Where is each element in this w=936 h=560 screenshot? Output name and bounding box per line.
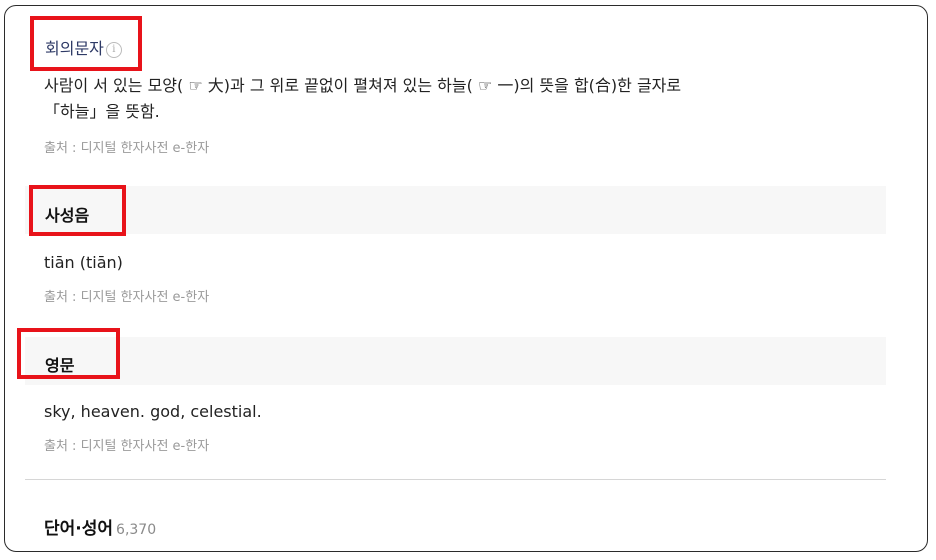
four-tones-value: tiān (tiān) (44, 253, 123, 272)
dictionary-card: 회의문자 i 사람이 서 있는 모양( ☞ 大)과 그 위로 끝없이 펼쳐져 있는… (4, 5, 928, 552)
four-tones-source: 출처 : 디지털 한자사전 e-한자 (44, 290, 210, 305)
words-heading: 단어·성어 6,370 (44, 514, 156, 539)
highlight-box-english (17, 328, 120, 379)
english-value: sky, heaven. god, celestial. (44, 402, 262, 421)
four-tones-header (25, 186, 886, 234)
words-title: 단어·성어 (44, 519, 114, 539)
english-header (25, 337, 886, 385)
highlight-box-four-tones (29, 185, 126, 236)
composition-source: 출처 : 디지털 한자사전 e-한자 (44, 141, 210, 156)
english-source: 출처 : 디지털 한자사전 e-한자 (44, 439, 210, 454)
section-divider (25, 479, 886, 480)
highlight-box-composition (30, 16, 142, 71)
composition-line-2: 「하늘」을 뜻함. (44, 102, 160, 121)
composition-line-1: 사람이 서 있는 모양( ☞ 大)과 그 위로 끝없이 펼쳐져 있는 하늘( ☞… (44, 76, 682, 95)
words-count: 6,370 (116, 522, 157, 538)
